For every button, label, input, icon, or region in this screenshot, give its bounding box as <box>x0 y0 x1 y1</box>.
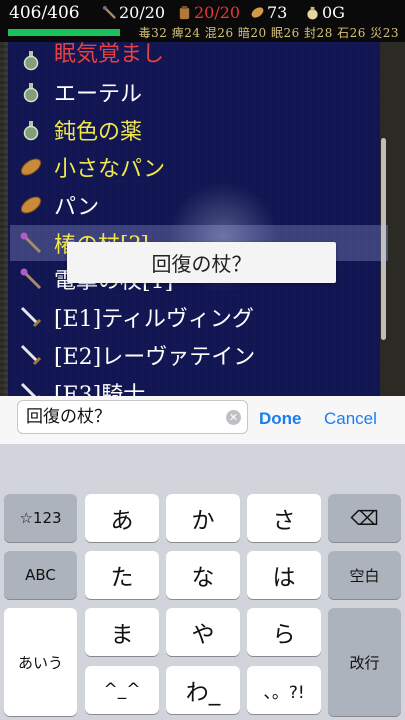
sword-icon <box>18 304 44 330</box>
backspace-key[interactable]: ⌫ <box>328 494 401 542</box>
list-item[interactable]: 鈍色の薬 <box>18 112 378 148</box>
key-ta[interactable]: た <box>85 551 159 599</box>
status-bar: 406/406 20/20 20/20 73 0G 毒32 痺24 混26 暗2… <box>0 0 405 42</box>
backpack-count: 20/20 <box>177 3 240 22</box>
food-count-value: 73 <box>267 3 288 22</box>
alphabet-mode-key[interactable]: ABC <box>4 551 77 599</box>
item-label: パン <box>54 195 100 220</box>
text-input-bar: 回復の杖？ ✕ Done Cancel <box>0 396 405 445</box>
staff-icon <box>18 230 44 256</box>
bread-icon <box>18 192 44 218</box>
staff-count: 20/20 <box>102 3 165 22</box>
key-a[interactable]: あ <box>85 494 159 542</box>
gold-count: 0G <box>305 3 345 22</box>
food-count: 73 <box>250 3 287 22</box>
staff-icon <box>102 5 116 19</box>
staff-count-value: 20/20 <box>119 3 166 22</box>
key-na[interactable]: な <box>166 551 240 599</box>
potion-icon <box>18 47 44 73</box>
list-item[interactable]: [E3]騎士 <box>18 375 378 396</box>
item-label: 鈍色の薬 <box>54 120 143 145</box>
list-item[interactable]: 眠気覚まし <box>18 42 378 78</box>
sword-icon <box>18 342 44 368</box>
key-sa[interactable]: さ <box>247 494 321 542</box>
item-label: [E3]騎士 <box>54 383 146 396</box>
backspace-icon: ⌫ <box>350 506 379 530</box>
item-label: 眠気覚まし <box>54 42 165 67</box>
list-item[interactable]: パン <box>18 187 378 223</box>
item-label: エーテル <box>54 82 143 107</box>
staff-icon <box>18 266 44 292</box>
list-item[interactable]: [E1]ティルヴィング <box>18 299 378 335</box>
key-ha[interactable]: は <box>247 551 321 599</box>
potion-icon <box>18 79 44 105</box>
item-label: [E1]ティルヴィング <box>54 307 254 332</box>
backpack-icon <box>179 5 190 20</box>
hp-bar <box>8 29 120 36</box>
key-ka[interactable]: か <box>166 494 240 542</box>
key-emoticon[interactable]: ^_^ <box>85 666 159 714</box>
gold-count-value: 0G <box>322 3 345 22</box>
game-view: 眠気覚まし エーテル 鈍色の薬 小さなパン パン 椿の杖[?] 電撃の杖[1] … <box>0 42 405 396</box>
hp-text: 406/406 <box>9 3 80 23</box>
list-item[interactable]: エーテル <box>18 74 378 110</box>
bread-icon <box>251 7 264 18</box>
name-text-field[interactable]: 回復の杖？ ✕ <box>17 400 248 434</box>
bread-icon <box>18 154 44 180</box>
sword-icon <box>18 380 44 396</box>
list-item[interactable]: 小さなパン <box>18 149 378 185</box>
coin-bag-icon <box>307 6 318 20</box>
cancel-button[interactable]: Cancel <box>324 409 377 429</box>
item-name-dialog: 回復の杖？ <box>67 242 336 283</box>
key-ra[interactable]: ら <box>247 608 321 656</box>
hp-bar-fill <box>8 29 120 36</box>
list-item[interactable]: [E2]レーヴァテイン <box>18 337 378 373</box>
key-ma[interactable]: ま <box>85 608 159 656</box>
backpack-count-value: 20/20 <box>194 3 241 22</box>
item-label: 小さなパン <box>54 157 166 182</box>
japanese-kana-keyboard: ☆123 ABC あいう あ か さ た な は ま や ら ^_^ わ_ 、。… <box>0 444 405 720</box>
potion-icon <box>18 117 44 143</box>
return-key[interactable]: 改行 <box>328 608 401 716</box>
done-button[interactable]: Done <box>259 409 302 429</box>
key-ya[interactable]: や <box>166 608 240 656</box>
numbers-mode-key[interactable]: ☆123 <box>4 494 77 542</box>
key-wa[interactable]: わ_ <box>166 666 240 714</box>
name-text-value: 回復の杖？ <box>26 407 111 427</box>
status-conditions: 毒32 痺24 混26 暗20 眠26 封28 石26 災23 <box>138 26 399 40</box>
key-punctuation[interactable]: 、。?! <box>247 666 321 714</box>
clear-text-icon[interactable]: ✕ <box>226 410 241 425</box>
hiragana-mode-key[interactable]: あいう <box>4 608 77 716</box>
space-key[interactable]: 空白 <box>328 551 401 599</box>
item-label: [E2]レーヴァテイン <box>54 345 256 370</box>
